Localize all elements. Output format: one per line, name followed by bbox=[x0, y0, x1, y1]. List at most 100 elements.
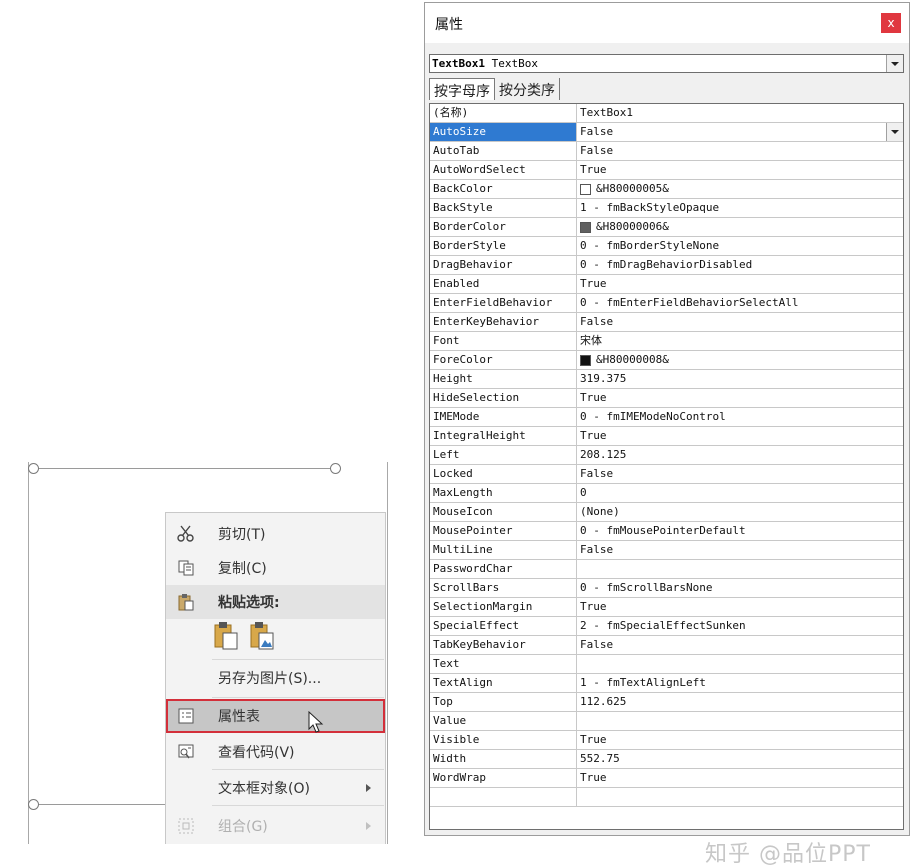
property-name[interactable]: BackStyle bbox=[430, 198, 577, 218]
property-row[interactable]: AutoSize False bbox=[430, 122, 903, 142]
property-value-cell[interactable]: 0 - fmIMEModeNoControl bbox=[576, 407, 903, 427]
property-value-cell[interactable]: False bbox=[576, 122, 903, 142]
property-value-cell[interactable]: 208.125 bbox=[576, 445, 903, 465]
chevron-down-icon[interactable] bbox=[886, 55, 903, 72]
property-row[interactable]: TabKeyBehavior False bbox=[430, 635, 903, 655]
property-value-cell[interactable]: &H80000008& bbox=[576, 350, 903, 370]
property-name[interactable]: ForeColor bbox=[430, 350, 577, 370]
property-value-cell[interactable]: 1 - fmTextAlignLeft bbox=[576, 673, 903, 693]
property-row[interactable]: SpecialEffect 2 - fmSpecialEffectSunken bbox=[430, 616, 903, 636]
property-row[interactable]: EnterFieldBehavior 0 - fmEnterFieldBehavi… bbox=[430, 293, 903, 313]
property-name[interactable]: Font bbox=[430, 331, 577, 351]
property-row[interactable]: Height 319.375 bbox=[430, 369, 903, 389]
property-row[interactable]: Top 112.625 bbox=[430, 692, 903, 712]
property-value-cell[interactable]: True bbox=[576, 274, 903, 294]
property-row[interactable]: Locked False bbox=[430, 464, 903, 484]
property-value-cell[interactable]: True bbox=[576, 160, 903, 180]
menu-item-copy[interactable]: 复制(C) bbox=[166, 551, 385, 585]
property-value-cell[interactable]: 0 - fmEnterFieldBehaviorSelectAll bbox=[576, 293, 903, 313]
property-row[interactable]: BackStyle 1 - fmBackStyleOpaque bbox=[430, 198, 903, 218]
object-selector[interactable]: TextBox1 TextBox bbox=[429, 54, 904, 73]
property-value-cell[interactable] bbox=[576, 654, 903, 674]
property-value-cell[interactable]: False bbox=[576, 540, 903, 560]
property-name[interactable]: BorderColor bbox=[430, 217, 577, 237]
property-value-cell[interactable]: 宋体 bbox=[576, 331, 903, 351]
property-name[interactable]: Left bbox=[430, 445, 577, 465]
property-name[interactable]: MultiLine bbox=[430, 540, 577, 560]
resize-handle[interactable] bbox=[330, 463, 341, 474]
property-value-cell[interactable]: False bbox=[576, 464, 903, 484]
menu-item-property-sheet[interactable]: 属性表 bbox=[166, 699, 385, 733]
paste-as-picture-icon[interactable] bbox=[250, 621, 276, 655]
property-row[interactable]: BorderColor &H80000006& bbox=[430, 217, 903, 237]
property-name[interactable]: Width bbox=[430, 749, 577, 769]
property-value-cell[interactable]: 0 - fmDragBehaviorDisabled bbox=[576, 255, 903, 275]
property-row[interactable]: Width 552.75 bbox=[430, 749, 903, 769]
property-row[interactable]: DragBehavior 0 - fmDragBehaviorDisabled bbox=[430, 255, 903, 275]
resize-handle[interactable] bbox=[28, 463, 39, 474]
property-value-cell[interactable]: TextBox1 bbox=[576, 104, 903, 123]
property-value-cell[interactable]: 2 - fmSpecialEffectSunken bbox=[576, 616, 903, 636]
property-name[interactable]: EnterKeyBehavior bbox=[430, 312, 577, 332]
property-name[interactable]: ScrollBars bbox=[430, 578, 577, 598]
property-name[interactable]: TextAlign bbox=[430, 673, 577, 693]
tab-alphabetic[interactable]: 按字母序 bbox=[429, 78, 495, 100]
property-name[interactable]: AutoSize bbox=[430, 122, 577, 142]
property-row[interactable]: MaxLength 0 bbox=[430, 483, 903, 503]
property-row[interactable]: IntegralHeight True bbox=[430, 426, 903, 446]
menu-item-save-as-picture[interactable]: 另存为图片(S)... bbox=[166, 661, 385, 695]
property-name[interactable]: PasswordChar bbox=[430, 559, 577, 579]
property-name[interactable]: DragBehavior bbox=[430, 255, 577, 275]
property-row[interactable]: ForeColor &H80000008& bbox=[430, 350, 903, 370]
property-name[interactable]: EnterFieldBehavior bbox=[430, 293, 577, 313]
property-name[interactable]: Enabled bbox=[430, 274, 577, 294]
property-name[interactable]: Value bbox=[430, 711, 577, 731]
menu-item-textbox-object[interactable]: 文本框对象(O) bbox=[166, 771, 385, 805]
property-row[interactable]: BorderStyle 0 - fmBorderStyleNone bbox=[430, 236, 903, 256]
property-value-cell[interactable]: &H80000006& bbox=[576, 217, 903, 237]
property-row[interactable]: MultiLine False bbox=[430, 540, 903, 560]
property-row[interactable]: Value bbox=[430, 711, 903, 731]
property-row[interactable]: WordWrap True bbox=[430, 768, 903, 788]
property-name[interactable]: Text bbox=[430, 654, 577, 674]
menu-item-view-code[interactable]: 查看代码(V) bbox=[166, 735, 385, 769]
paste-keep-formatting-icon[interactable] bbox=[214, 621, 240, 655]
property-row[interactable]: Visible True bbox=[430, 730, 903, 750]
property-value-cell[interactable]: 0 - fmBorderStyleNone bbox=[576, 236, 903, 256]
property-name[interactable]: Visible bbox=[430, 730, 577, 750]
property-value-cell[interactable]: 319.375 bbox=[576, 369, 903, 389]
property-value-cell[interactable] bbox=[576, 559, 903, 579]
property-name[interactable]: TabKeyBehavior bbox=[430, 635, 577, 655]
property-name[interactable]: MaxLength bbox=[430, 483, 577, 503]
property-row[interactable]: Font 宋体 bbox=[430, 331, 903, 351]
property-name[interactable]: AutoWordSelect bbox=[430, 160, 577, 180]
property-value-cell[interactable]: False bbox=[576, 312, 903, 332]
resize-handle[interactable] bbox=[28, 799, 39, 810]
close-button[interactable]: x bbox=[881, 13, 901, 33]
property-row[interactable]: SelectionMargin True bbox=[430, 597, 903, 617]
property-name[interactable]: Height bbox=[430, 369, 577, 389]
property-row[interactable]: BackColor &H80000005& bbox=[430, 179, 903, 199]
property-row[interactable]: TextAlign 1 - fmTextAlignLeft bbox=[430, 673, 903, 693]
property-name[interactable]: WordWrap bbox=[430, 768, 577, 788]
property-row[interactable]: HideSelection True bbox=[430, 388, 903, 408]
property-row[interactable]: Left 208.125 bbox=[430, 445, 903, 465]
tab-categorized[interactable]: 按分类序 bbox=[495, 78, 560, 100]
property-name[interactable]: HideSelection bbox=[430, 388, 577, 408]
property-name[interactable]: (名称) bbox=[430, 104, 577, 123]
property-row[interactable]: IMEMode 0 - fmIMEModeNoControl bbox=[430, 407, 903, 427]
property-value-cell[interactable]: True bbox=[576, 730, 903, 750]
menu-item-cut[interactable]: 剪切(T) bbox=[166, 517, 385, 551]
property-name[interactable]: IMEMode bbox=[430, 407, 577, 427]
property-name[interactable]: BorderStyle bbox=[430, 236, 577, 256]
property-value-cell[interactable] bbox=[576, 711, 903, 731]
property-value-cell[interactable]: 1 - fmBackStyleOpaque bbox=[576, 198, 903, 218]
property-row[interactable]: Text bbox=[430, 654, 903, 674]
property-name[interactable]: SelectionMargin bbox=[430, 597, 577, 617]
property-name[interactable]: MouseIcon bbox=[430, 502, 577, 522]
property-name[interactable]: AutoTab bbox=[430, 141, 577, 161]
property-value-cell[interactable]: 552.75 bbox=[576, 749, 903, 769]
property-value-cell[interactable]: 0 - fmMousePointerDefault bbox=[576, 521, 903, 541]
property-row[interactable]: ScrollBars 0 - fmScrollBarsNone bbox=[430, 578, 903, 598]
property-value-cell[interactable]: True bbox=[576, 597, 903, 617]
